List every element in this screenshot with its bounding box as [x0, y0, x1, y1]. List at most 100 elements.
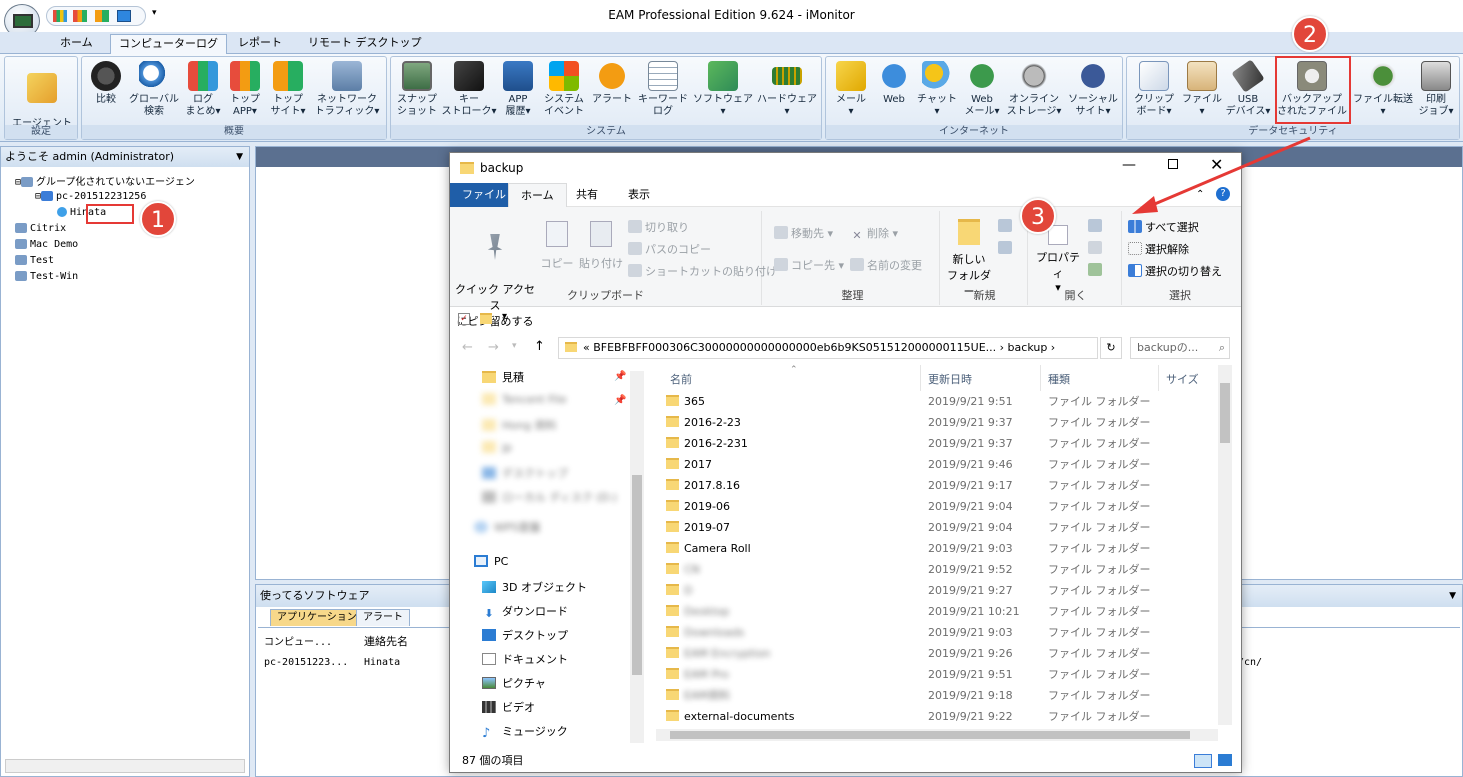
large-icons-view-icon[interactable] [1218, 754, 1232, 766]
file-scrollbar[interactable] [1218, 365, 1232, 725]
list-item[interactable]: EAM資料 2019/9/21 9:18 ファイル フォルダー [666, 685, 1226, 706]
select-none-button[interactable]: 選択解除 [1128, 241, 1189, 257]
folder-icon[interactable] [480, 313, 492, 324]
forward-icon[interactable]: → [488, 340, 499, 355]
search-input[interactable]: backupの... ⌕ [1130, 337, 1230, 359]
nav-item-blurred[interactable]: デスクトップ [482, 465, 568, 481]
list-item[interactable]: Desktop 2019/9/21 10:21 ファイル フォルダー [666, 601, 1226, 622]
compare-button[interactable]: 比較 [86, 61, 126, 106]
chevron-down-icon[interactable]: ▼ [236, 147, 243, 167]
up-icon[interactable]: ↑ [534, 339, 545, 354]
paste-button[interactable]: 貼り付け [578, 221, 624, 271]
copy-path-button[interactable]: パスのコピー [628, 241, 711, 257]
details-view-icon[interactable] [1194, 754, 1212, 768]
list-item[interactable]: 2016-2-231 2019/9/21 9:37 ファイル フォルダー [666, 433, 1226, 454]
usb-device-button[interactable]: USB デバイス▾ [1225, 59, 1271, 118]
top-site-button[interactable]: トップ サイト▾ [266, 61, 310, 118]
mail-button[interactable]: メール ▾ [828, 61, 874, 118]
scrollbar-thumb[interactable] [632, 475, 642, 675]
nav-item-desktop[interactable]: デスクトップ [482, 627, 568, 643]
nav-scrollbar[interactable] [630, 371, 644, 743]
nav-item-downloads[interactable]: ⬇ ダウンロード [482, 603, 568, 620]
edit-button[interactable] [1088, 241, 1105, 255]
refresh-icon[interactable]: ↻ [1100, 337, 1122, 359]
easy-access-button[interactable] [998, 241, 1015, 255]
list-item[interactable]: 2019-07 2019/9/21 9:04 ファイル フォルダー [666, 517, 1226, 538]
paste-shortcut-button[interactable]: ショートカットの貼り付け [628, 263, 777, 279]
tab-application[interactable]: アプリケーション [270, 609, 364, 626]
list-item[interactable]: CN 2019/9/21 9:52 ファイル フォルダー [666, 559, 1226, 580]
keyword-log-button[interactable]: キーワード ログ [635, 61, 691, 118]
log-summary-button[interactable]: ログ まとめ▾ [182, 61, 224, 118]
cell-contact[interactable]: Hinata [364, 657, 400, 668]
rename-button[interactable]: 名前の変更 [850, 257, 922, 273]
horizontal-scrollbar[interactable] [656, 729, 1218, 741]
copy-to-button[interactable]: コピー先 ▾ [774, 257, 844, 273]
clipboard-button[interactable]: クリップ ボード▾ [1129, 61, 1179, 118]
recent-dropdown-icon[interactable]: ▾ [512, 341, 517, 351]
tree-item-test-win[interactable]: Test-Win [15, 271, 78, 282]
cell-computer[interactable]: pc-20151223... [264, 657, 348, 668]
web-button[interactable]: Web [874, 61, 914, 106]
scrollbar-thumb[interactable] [670, 731, 1190, 739]
software-button[interactable]: ソフトウェア ▾ [691, 61, 755, 118]
list-item[interactable]: Camera Roll 2019/9/21 9:03 ファイル フォルダー [666, 538, 1226, 559]
web-mail-button[interactable]: Web メール▾ [960, 61, 1004, 118]
nav-item-3d-objects[interactable]: 3D オブジェクト [482, 579, 587, 595]
nav-item-documents[interactable]: ドキュメント [482, 651, 568, 667]
list-item[interactable]: 2017.8.16 2019/9/21 9:17 ファイル フォルダー [666, 475, 1226, 496]
chat-button[interactable]: チャット ▾ [914, 61, 960, 118]
customize-dropdown-icon[interactable]: ▾ [502, 311, 507, 322]
tree-item-pc[interactable]: ⊟ pc-201512231256 [35, 191, 146, 202]
list-item[interactable]: 2019-06 2019/9/21 9:04 ファイル フォルダー [666, 496, 1226, 517]
app-history-button[interactable]: APP 履歴▾ [497, 61, 539, 118]
column-header-size[interactable]: サイズ [1166, 371, 1199, 387]
list-item[interactable]: external-documents 2019/9/21 9:22 ファイル フォル… [666, 706, 1226, 727]
tab-report[interactable]: レポート [230, 34, 290, 54]
properties-button[interactable]: プロパティ ▾ [1034, 225, 1082, 294]
tab-home[interactable]: ホーム [52, 34, 101, 54]
nav-item-pc[interactable]: PC [474, 555, 508, 568]
nav-item-music[interactable]: ♪ ミュージック [482, 723, 568, 740]
column-header-type[interactable]: 種類 [1048, 371, 1070, 387]
file-transfer-button[interactable]: ファイル転送 ▾ [1351, 61, 1415, 118]
column-header-contact[interactable]: 連絡先名 [364, 633, 408, 649]
list-item[interactable]: 2016-2-23 2019/9/21 9:37 ファイル フォルダー [666, 412, 1226, 433]
column-header-name[interactable]: 名前 [670, 371, 692, 387]
invert-selection-button[interactable]: 選択の切り替え [1128, 263, 1222, 279]
tree-item-citrix[interactable]: Citrix [15, 223, 66, 234]
system-event-button[interactable]: システム イベント [539, 61, 589, 118]
top-app-button[interactable]: トップ APP▾ [224, 61, 266, 118]
tree-item-test[interactable]: Test [15, 255, 54, 266]
online-storage-button[interactable]: オンライン ストレージ▾ [1004, 61, 1064, 118]
nav-item-pictures[interactable]: ピクチャ [482, 675, 546, 691]
chevron-down-icon[interactable]: ▼ [1449, 585, 1456, 607]
nav-item-quick[interactable]: 見積 [482, 369, 524, 385]
delete-button[interactable]: ✕ 削除 ▾ [850, 225, 898, 242]
snapshot-button[interactable]: スナップ ショット [393, 61, 441, 118]
list-item[interactable]: EAM Pro 2019/9/21 9:51 ファイル フォルダー [666, 664, 1226, 685]
nav-item-blurred[interactable]: Hong 資料 [482, 417, 556, 433]
tab-computer-log[interactable]: コンピューターログ [110, 34, 227, 54]
history-button[interactable] [1088, 263, 1105, 277]
nav-item-blurred[interactable]: Tencent File [482, 393, 567, 406]
list-item[interactable]: 2017 2019/9/21 9:46 ファイル フォルダー [666, 454, 1226, 475]
scrollbar-thumb[interactable] [1220, 383, 1230, 443]
file-button[interactable]: ファイル ▾ [1179, 61, 1225, 118]
social-site-button[interactable]: ソーシャル サイト▾ [1064, 61, 1122, 118]
list-item[interactable]: 365 2019/9/21 9:51 ファイル フォルダー [666, 391, 1226, 412]
network-traffic-button[interactable]: ネットワーク トラフィック▾ [310, 61, 384, 118]
list-item[interactable]: EAM Encryption 2019/9/21 9:26 ファイル フォルダー [666, 643, 1226, 664]
column-header-date[interactable]: 更新日時 [928, 371, 972, 387]
global-search-button[interactable]: グローバル 検索 [126, 61, 182, 118]
tab-view[interactable]: 表示 [616, 183, 662, 207]
pin-icon[interactable]: 📌 [614, 371, 626, 382]
copy-button[interactable]: コピー [540, 221, 574, 271]
keystroke-button[interactable]: キー ストローク▾ [441, 61, 497, 118]
pin-icon[interactable]: 📌 [614, 395, 626, 406]
hardware-button[interactable]: ハードウェア ▾ [755, 61, 819, 118]
alert-button[interactable]: アラート [589, 61, 635, 106]
tab-share[interactable]: 共有 [564, 183, 610, 207]
print-job-button[interactable]: 印刷 ジョブ▾ [1415, 61, 1457, 118]
nav-item-blurred[interactable]: ローカル ディスク (D:) [482, 489, 617, 505]
